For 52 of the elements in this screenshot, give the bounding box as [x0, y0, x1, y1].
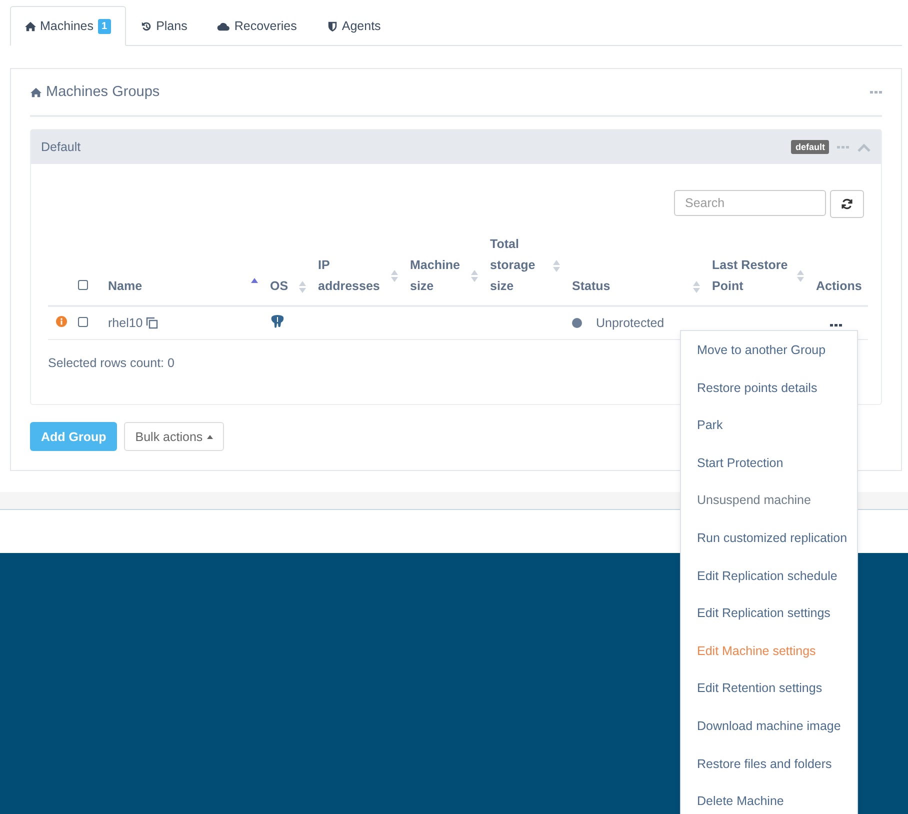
column-header[interactable]: Total storage size [490, 234, 551, 297]
sort-icon[interactable] [553, 260, 560, 272]
tab[interactable]: Agents [312, 6, 396, 46]
tab[interactable]: Plans [126, 6, 202, 46]
selected-count: Selected rows count: 0 [48, 356, 176, 370]
menu-item[interactable]: Restore points details [681, 370, 857, 408]
panel-title: Machines Groups [46, 84, 160, 100]
home-icon [30, 86, 42, 98]
menu-item[interactable]: Edit Retention settings [681, 670, 857, 708]
caret-icon [206, 434, 213, 438]
column-header[interactable]: OS [270, 276, 288, 297]
search-field[interactable]: Search [674, 190, 826, 216]
group-tag: default [791, 140, 829, 154]
sort-icon[interactable] [391, 270, 398, 282]
menu-item[interactable]: Edit Replication settings [681, 595, 857, 633]
checkbox[interactable] [78, 317, 88, 327]
menu-item[interactable]: Run customized replication [681, 520, 857, 558]
column-header[interactable]: Name [108, 276, 142, 297]
more-icon[interactable] [830, 323, 842, 327]
column-header[interactable]: Status [572, 276, 610, 297]
tab[interactable]: Machines 1 [10, 6, 126, 46]
menu-item[interactable]: Edit Replication schedule [681, 558, 857, 596]
menu-item[interactable]: Restore files and folders [681, 746, 857, 784]
refresh-icon [841, 198, 853, 210]
column-header[interactable]: Machine size [410, 255, 469, 297]
machine-name: rhel10 [108, 316, 143, 330]
menu-item[interactable]: Move to another Group [681, 332, 857, 370]
column-header[interactable]: Last Restore Point [712, 255, 795, 297]
status-text: Unprotected [596, 316, 664, 330]
sort-icon[interactable] [797, 270, 804, 282]
refresh-button[interactable] [830, 190, 864, 218]
group-name: Default [41, 140, 82, 154]
menu-item[interactable]: Park [681, 407, 857, 445]
sort-icon[interactable] [693, 280, 700, 292]
bulk-actions-button[interactable]: Bulk actions [124, 422, 224, 451]
column-header[interactable]: IP addresses [318, 255, 389, 297]
copy-icon[interactable] [146, 317, 158, 329]
menu-item[interactable]: Download machine image [681, 708, 857, 746]
tab[interactable]: Recoveries [202, 6, 312, 46]
column-header: Actions [816, 278, 862, 295]
collapse-icon[interactable] [857, 142, 871, 152]
elephant-icon [270, 314, 285, 329]
menu-item[interactable]: Delete Machine [681, 783, 857, 814]
sort-icon[interactable] [299, 280, 306, 292]
cloud-icon [217, 20, 230, 32]
sort-icon[interactable] [471, 270, 478, 282]
shield-icon [326, 20, 338, 32]
home-icon [25, 20, 36, 32]
checkbox[interactable] [78, 280, 88, 290]
history-icon [141, 20, 152, 32]
count-badge: 1 [98, 18, 112, 34]
menu-item[interactable]: Start Protection [681, 444, 857, 482]
